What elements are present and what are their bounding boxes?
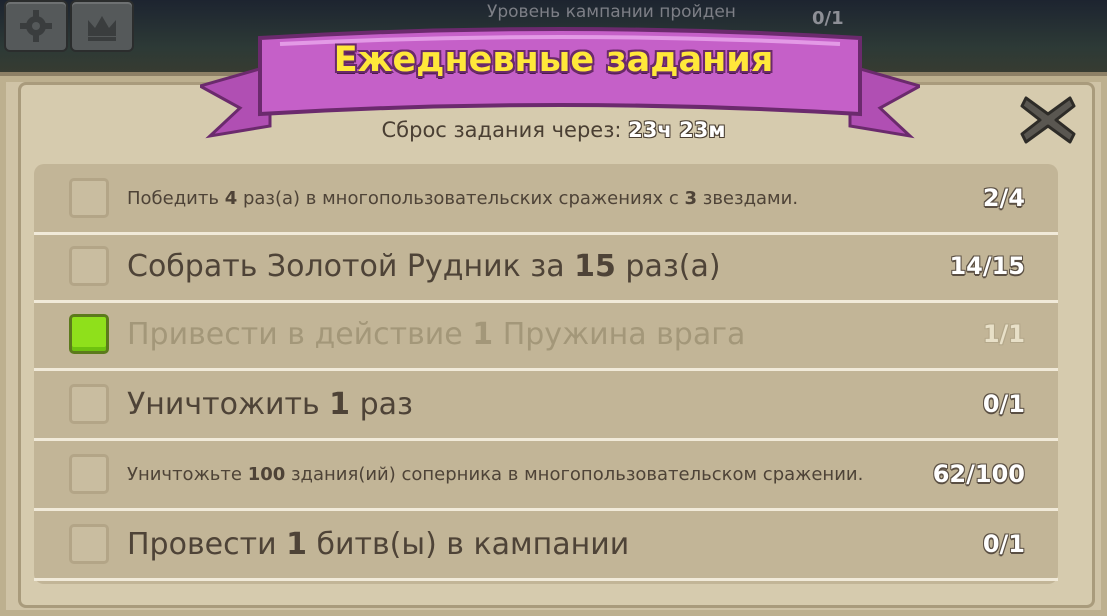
reset-time: 23ч 23м (628, 118, 726, 142)
task-checkbox (69, 524, 109, 564)
task-label: Уничтожить 1 раз (127, 386, 413, 422)
task-row-0[interactable]: Победить 4 раз(а) в многопользовательски… (34, 164, 1058, 235)
close-icon (1020, 96, 1076, 144)
task-checkbox (69, 454, 109, 494)
task-progress: 2/4 (982, 184, 1025, 212)
task-progress: 14/15 (949, 252, 1025, 280)
task-checkbox (69, 384, 109, 424)
task-progress: 0/1 (982, 530, 1025, 558)
page-title: Ежедневные задания (333, 40, 774, 80)
close-button[interactable] (1014, 88, 1082, 152)
task-label: Провести 1 битв(ы) в кампании (127, 526, 630, 562)
task-progress: 0/1 (982, 390, 1025, 418)
task-row-3[interactable]: Уничтожить 1 раз 0/1 (34, 370, 1058, 441)
campaign-status-text: Уровень кампании пройден (487, 2, 736, 22)
crown-icon (88, 16, 116, 41)
task-row-1[interactable]: Собрать Золотой Рудник за 15 раз(а) 14/1… (34, 232, 1058, 303)
task-checkbox-completed (69, 314, 109, 354)
task-row-2[interactable]: Привести в действие 1 Пружина врага 1/1 (34, 300, 1058, 371)
task-label: Собрать Золотой Рудник за 15 раз(а) (127, 248, 721, 284)
task-label: Привести в действие 1 Пружина врага (127, 316, 746, 352)
reset-timer: Сброс задания через: 23ч 23м (0, 118, 1107, 142)
task-label: Уничтожьте 100 здания(ий) соперника в мн… (127, 463, 864, 485)
task-row-5[interactable]: Провести 1 битв(ы) в кампании 0/1 (34, 510, 1058, 581)
task-row-4[interactable]: Уничтожьте 100 здания(ий) соперника в мн… (34, 440, 1058, 511)
task-list: Победить 4 раз(а) в многопользовательски… (34, 164, 1058, 584)
reset-label: Сброс задания через: (381, 118, 622, 142)
task-checkbox (69, 178, 109, 218)
gear-icon (20, 10, 52, 42)
task-progress: 62/100 (932, 460, 1025, 488)
task-checkbox (69, 246, 109, 286)
task-label: Победить 4 раз(а) в многопользовательски… (127, 187, 799, 209)
task-progress: 1/1 (982, 320, 1025, 348)
